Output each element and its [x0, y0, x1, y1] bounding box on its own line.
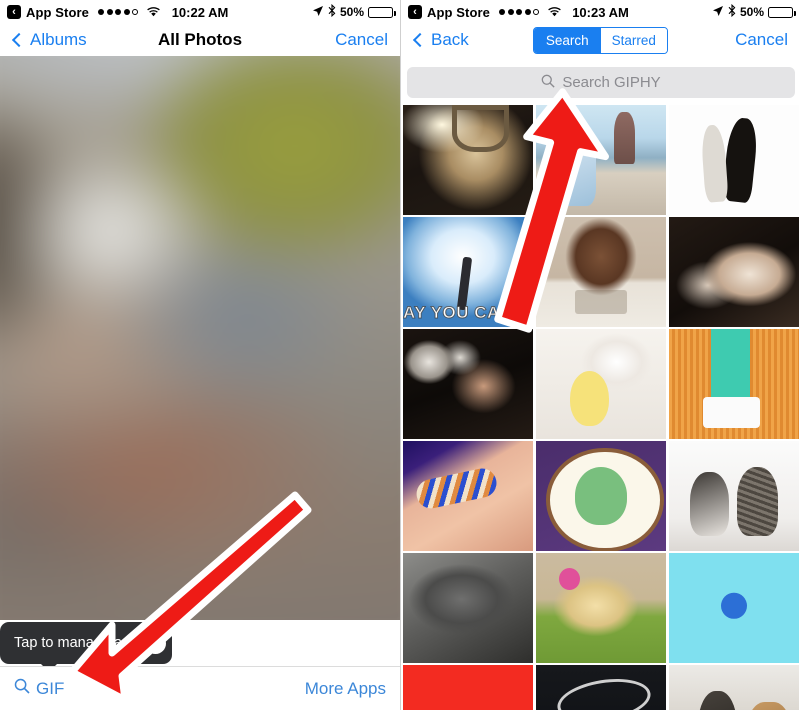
- tab-search[interactable]: Search: [534, 27, 601, 53]
- gif-caption-text: AY YOU CATCH: [403, 303, 533, 323]
- blurred-photo-image: [0, 56, 400, 620]
- manage-apps-tooltip: Tap to manage apps ✕: [0, 622, 172, 672]
- signal-strength-icon: [499, 9, 540, 15]
- selected-photo-preview[interactable]: [0, 56, 400, 620]
- gif-thumbnail-image: [403, 665, 533, 710]
- search-icon: [541, 74, 555, 92]
- giphy-results-grid[interactable]: AY YOU CATCH: [401, 105, 800, 710]
- chevron-left-icon: [11, 32, 27, 48]
- gif-thumbnail-image: [403, 553, 533, 663]
- gif-cats-window[interactable]: [669, 665, 799, 710]
- gif-thumbnail-image: [669, 553, 799, 663]
- tooltip-text: Tap to manage apps: [14, 635, 146, 651]
- left-status-bar: ‹ App Store 10:22 AM 50%: [0, 0, 400, 24]
- gif-chick-and-puppies[interactable]: [536, 329, 666, 439]
- gif-puppies-sleeping-person[interactable]: [403, 329, 533, 439]
- gif-winter-scene[interactable]: [536, 105, 666, 215]
- gif-singer-stage[interactable]: AY YOU CATCH: [403, 217, 533, 327]
- gif-dancing-silhouette[interactable]: [669, 105, 799, 215]
- gif-thumbnail-image: [669, 441, 799, 551]
- gif-app-button[interactable]: GIF: [14, 678, 64, 699]
- status-left-group: ‹ App Store: [7, 5, 161, 20]
- gif-thumbnail-image: [536, 553, 666, 663]
- albums-back-button[interactable]: Albums: [11, 30, 87, 50]
- search-starred-segmented-control: Search Starred: [533, 26, 668, 54]
- search-bar-container: Search GIPHY: [401, 60, 800, 105]
- gif-cartoon-turtle[interactable]: [536, 441, 666, 551]
- gif-elephants[interactable]: [403, 553, 533, 663]
- gif-thumbnail-image: [536, 105, 666, 215]
- right-nav-bar: Back Search Starred Cancel: [401, 24, 800, 56]
- wifi-icon: [146, 5, 161, 20]
- back-button[interactable]: Back: [412, 30, 469, 50]
- gif-pixel-art-character[interactable]: [669, 329, 799, 439]
- gif-blue-fish-heart[interactable]: [669, 553, 799, 663]
- cancel-button[interactable]: Cancel: [335, 30, 388, 50]
- right-phone-screen: ‹ App Store 10:23 AM 50% Back Search Sta…: [400, 0, 800, 710]
- more-apps-button[interactable]: More Apps: [305, 679, 386, 699]
- gif-basketball-dunk[interactable]: [403, 105, 533, 215]
- gif-thumbnail-image: [669, 665, 799, 710]
- gif-thumbnail-image: [669, 105, 799, 215]
- gif-man-un-shirt[interactable]: [536, 217, 666, 327]
- location-arrow-icon: [312, 5, 324, 20]
- location-arrow-icon: [712, 5, 724, 20]
- carrier-label: App Store: [26, 4, 90, 20]
- gif-app-label: GIF: [36, 678, 65, 698]
- left-nav-bar: Albums All Photos Cancel: [0, 24, 400, 56]
- close-icon[interactable]: ✕: [145, 632, 167, 654]
- gif-thumbnail-image: [403, 105, 533, 215]
- gif-thumbnail-image: [536, 329, 666, 439]
- carrier-label: App Store: [427, 4, 491, 20]
- gif-hula-hoop[interactable]: [536, 665, 666, 710]
- back-to-app-badge-icon[interactable]: ‹: [7, 5, 21, 19]
- status-left-group: ‹ App Store: [408, 5, 562, 20]
- chevron-left-icon: [412, 32, 428, 48]
- dual-screenshot-comparison: ‹ App Store 10:22 AM 50% Albums All Phot…: [0, 0, 800, 710]
- battery-icon: [368, 6, 396, 18]
- left-phone-screen: ‹ App Store 10:22 AM 50% Albums All Phot…: [0, 0, 400, 710]
- gif-red-background-face[interactable]: [403, 665, 533, 710]
- albums-back-label: Albums: [30, 30, 87, 49]
- bluetooth-icon: [328, 3, 336, 20]
- battery-percent-label: 50%: [339, 5, 364, 19]
- gif-thumbnail-image: [669, 329, 799, 439]
- imessage-app-bar: GIF More Apps: [0, 666, 400, 710]
- gif-thumbnail-image: [403, 441, 533, 551]
- gif-bangles-dance[interactable]: [403, 441, 533, 551]
- battery-icon: [768, 6, 796, 18]
- back-to-app-badge-icon[interactable]: ‹: [408, 5, 422, 19]
- tab-starred[interactable]: Starred: [600, 27, 667, 53]
- bluetooth-icon: [728, 3, 736, 20]
- gif-thumbnail-image: [536, 665, 666, 710]
- gif-thumbnail-image: [536, 441, 666, 551]
- battery-percent-label: 50%: [739, 5, 764, 19]
- gif-puppies-dark[interactable]: [669, 217, 799, 327]
- cancel-button[interactable]: Cancel: [735, 30, 788, 50]
- search-input[interactable]: Search GIPHY: [407, 67, 795, 98]
- search-placeholder-label: Search GIPHY: [562, 74, 661, 91]
- status-right-group: 50%: [712, 3, 796, 20]
- right-status-bar: ‹ App Store 10:23 AM 50%: [401, 0, 800, 24]
- signal-strength-icon: [98, 9, 139, 15]
- search-icon: [14, 678, 30, 699]
- gif-golden-retriever-puppies[interactable]: [536, 553, 666, 663]
- status-right-group: 50%: [312, 3, 396, 20]
- gif-thumbnail-image: [403, 329, 533, 439]
- gif-thumbnail-image: [536, 217, 666, 327]
- wifi-icon: [547, 5, 562, 20]
- gif-dog-and-kitten[interactable]: [669, 441, 799, 551]
- back-label: Back: [431, 30, 469, 49]
- gif-thumbnail-image: [669, 217, 799, 327]
